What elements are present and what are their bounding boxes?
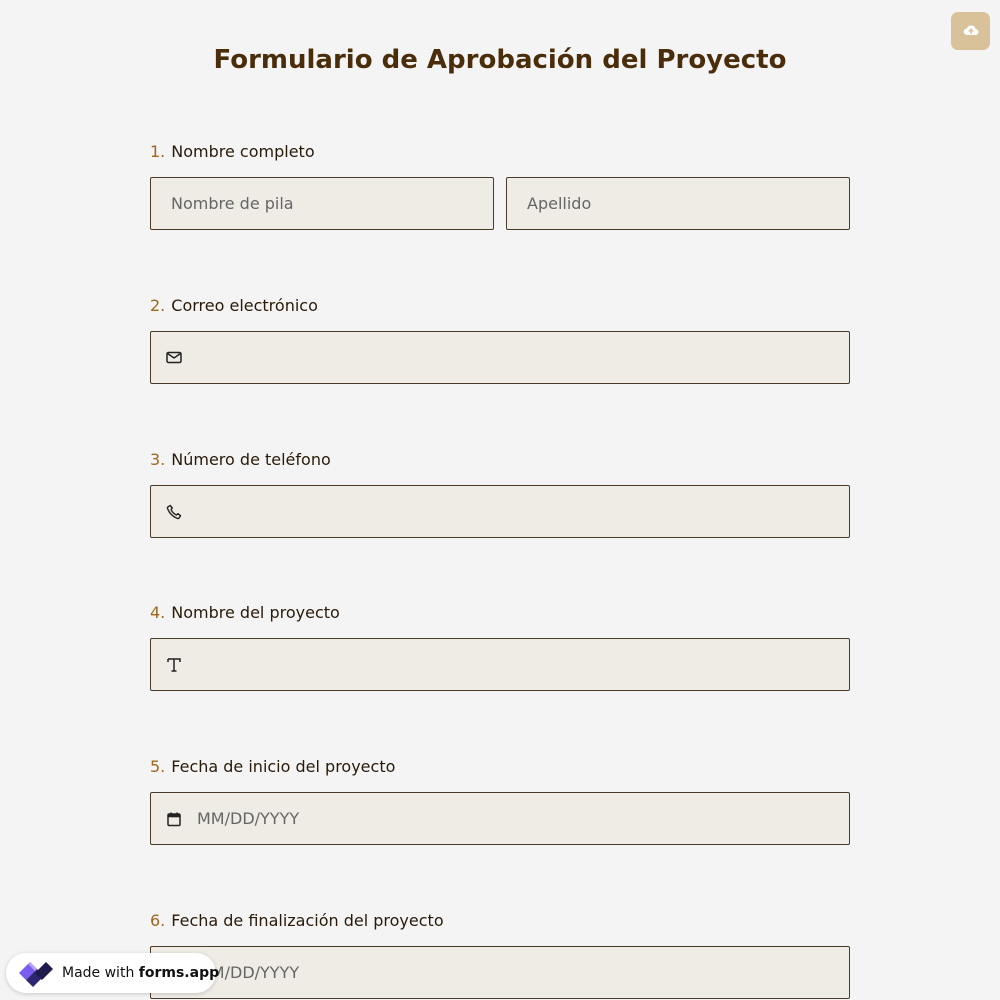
question-number: 5. [150, 757, 166, 776]
start-date-field[interactable] [150, 792, 850, 845]
email-field-row [150, 331, 850, 384]
form-title: Formulario de Aprobación del Proyecto [213, 45, 787, 75]
question-text: Número de teléfono [171, 450, 331, 469]
phone-field[interactable] [150, 485, 850, 538]
badge-prefix: Made with [62, 965, 135, 981]
start-date-input[interactable] [197, 793, 849, 844]
question-text: Nombre completo [171, 142, 315, 161]
question-text: Fecha de finalización del proyecto [171, 911, 444, 930]
email-field[interactable] [150, 331, 850, 384]
question-label: 4. Nombre del proyecto [150, 602, 850, 624]
calendar-icon [165, 810, 183, 828]
phone-field-row [150, 485, 850, 538]
question-label: 1. Nombre completo [150, 141, 850, 163]
question-project-name: 4. Nombre del proyecto [150, 602, 850, 691]
last-name-input[interactable] [527, 178, 849, 229]
start-date-field-row [150, 792, 850, 845]
end-date-field-row [150, 946, 850, 999]
question-label: 3. Número de teléfono [150, 449, 850, 471]
question-full-name: 1. Nombre completo [150, 141, 850, 230]
project-name-field[interactable] [150, 638, 850, 691]
upload-button[interactable] [951, 12, 990, 50]
question-number: 4. [150, 603, 166, 622]
cloud-upload-icon [963, 24, 979, 39]
question-number: 2. [150, 296, 166, 315]
first-name-input[interactable] [171, 178, 493, 229]
form-page: Formulario de Aprobación del Proyecto 1.… [0, 0, 1000, 1000]
end-date-field[interactable] [150, 946, 850, 999]
badge-text: Made with forms.app [62, 965, 219, 981]
forms-app-logo-icon [16, 957, 56, 989]
last-name-field[interactable] [506, 177, 850, 230]
first-name-field[interactable] [150, 177, 494, 230]
phone-input[interactable] [197, 486, 849, 537]
name-fields-row [150, 177, 850, 230]
question-text: Nombre del proyecto [171, 603, 340, 622]
question-start-date: 5. Fecha de inicio del proyecto [150, 756, 850, 845]
envelope-icon [165, 349, 183, 367]
question-text: Fecha de inicio del proyecto [171, 757, 396, 776]
question-number: 6. [150, 911, 166, 930]
made-with-forms-app-badge[interactable]: Made with forms.app [6, 953, 219, 993]
end-date-input[interactable] [197, 947, 849, 998]
question-label: 6. Fecha de finalización del proyecto [150, 910, 850, 932]
question-label: 5. Fecha de inicio del proyecto [150, 756, 850, 778]
question-email: 2. Correo electrónico [150, 295, 850, 384]
text-icon [165, 656, 183, 674]
question-label: 2. Correo electrónico [150, 295, 850, 317]
project-name-input[interactable] [197, 639, 849, 690]
badge-brand: forms.app [138, 965, 220, 981]
question-text: Correo electrónico [171, 296, 318, 315]
phone-icon [165, 503, 183, 521]
project-name-field-row [150, 638, 850, 691]
question-number: 3. [150, 450, 166, 469]
question-phone: 3. Número de teléfono [150, 449, 850, 538]
email-input[interactable] [197, 332, 849, 383]
question-number: 1. [150, 142, 166, 161]
question-end-date: 6. Fecha de finalización del proyecto [150, 910, 850, 999]
